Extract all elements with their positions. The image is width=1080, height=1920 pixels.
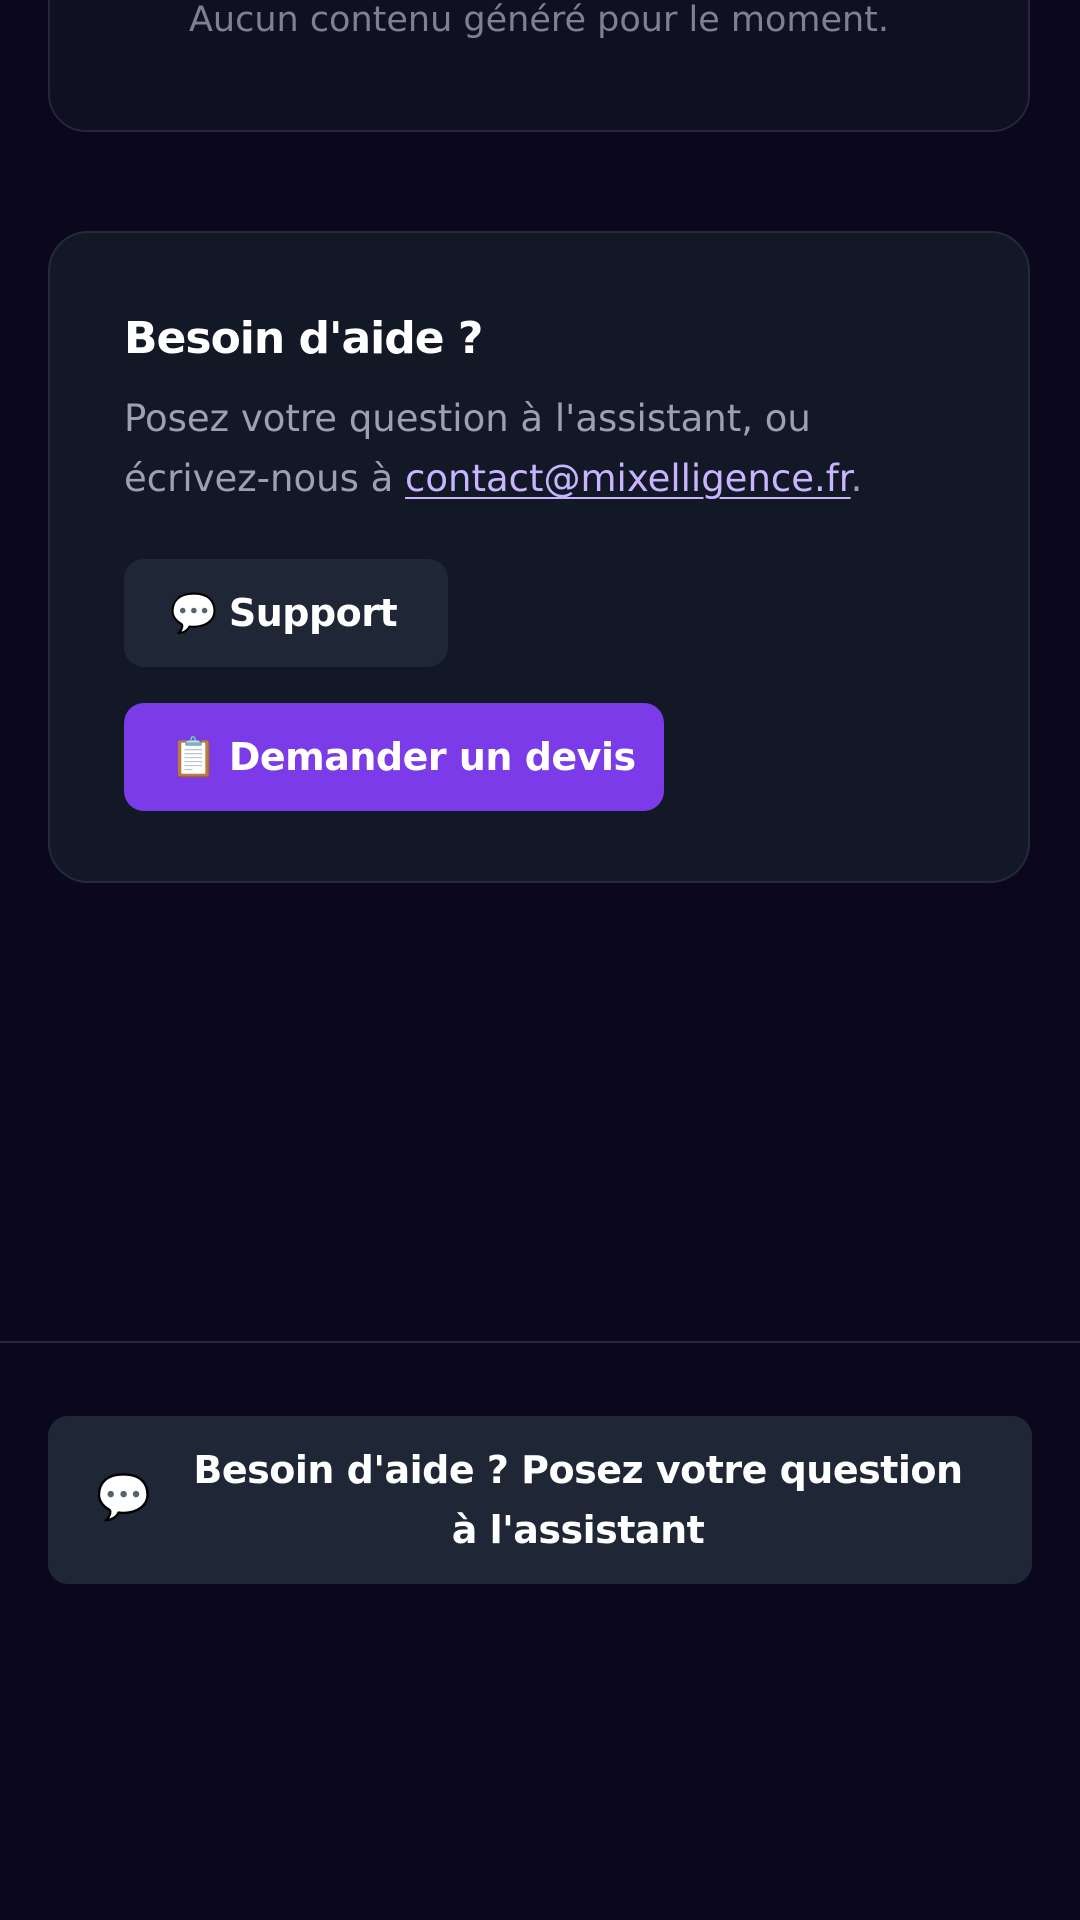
support-button-label: Support	[228, 591, 398, 635]
empty-content-card: Aucun contenu généré pour le moment.	[48, 0, 1030, 132]
clipboard-icon: 📋	[170, 735, 217, 779]
help-description-end: .	[850, 457, 863, 500]
help-title: Besoin d'aide ?	[124, 313, 483, 364]
request-quote-button-label: Demander un devis	[228, 735, 636, 779]
footer-divider	[0, 1341, 1080, 1343]
contact-email-link[interactable]: contact@mixelligence.fr	[405, 457, 851, 500]
request-quote-button[interactable]: 📋 Demander un devis	[124, 703, 664, 811]
speech-bubble-icon: 💬	[170, 591, 217, 635]
help-description: Posez votre question à l'assistant, ou é…	[124, 389, 924, 509]
assistant-chat-button[interactable]: 💬 Besoin d'aide ? Posez votre question à…	[48, 1416, 1032, 1584]
speech-bubble-icon: 💬	[96, 1472, 151, 1523]
support-button[interactable]: 💬 Support	[124, 559, 448, 667]
help-card: Besoin d'aide ? Posez votre question à l…	[48, 231, 1030, 883]
empty-content-message: Aucun contenu généré pour le moment.	[188, 0, 890, 40]
assistant-chat-label: Besoin d'aide ? Posez votre question à l…	[193, 1448, 963, 1552]
